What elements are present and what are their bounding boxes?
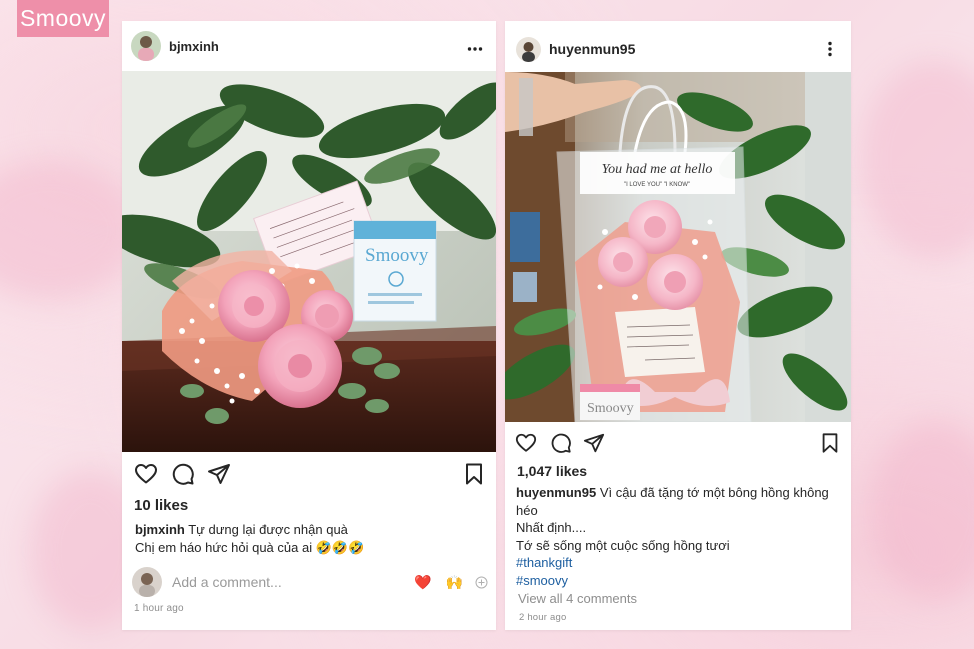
heart-emoji-button[interactable]: ❤️ <box>414 574 431 591</box>
raised-hands-emoji-button[interactable]: 🙌 <box>445 574 462 591</box>
view-comments-link[interactable]: View all 4 comments <box>518 590 834 608</box>
avatar[interactable] <box>516 36 541 62</box>
caption-username[interactable]: huyenmun95 <box>516 485 596 500</box>
post-header: huyenmun95 <box>505 21 851 77</box>
background-petal <box>870 420 974 600</box>
post-username[interactable]: huyenmun95 <box>549 41 635 57</box>
caption-line: Tự dưng lại được nhận quà <box>188 522 348 537</box>
avatar[interactable] <box>131 31 161 61</box>
likes-count[interactable]: 1,047 likes <box>517 463 587 479</box>
svg-text:Smoovy: Smoovy <box>365 245 429 266</box>
more-vertical-icon[interactable] <box>827 41 833 60</box>
caption-line: Tớ sẽ sống một cuộc sống hồng tươi <box>516 537 730 553</box>
post-photo[interactable]: You had me at hello "I LOVE YOU" "I KNOW… <box>505 72 851 422</box>
bookmark-icon[interactable] <box>462 462 486 486</box>
post-caption: huyenmun95 Vì cậu đã tặng tớ một bông hồ… <box>516 484 834 608</box>
comment-input[interactable] <box>172 574 402 590</box>
instagram-post: bjmxinh Smoovy 10 likes bjmxinh Tự dưng … <box>122 21 496 630</box>
share-icon[interactable] <box>207 462 231 486</box>
comment-icon[interactable] <box>171 462 195 486</box>
bookmark-icon[interactable] <box>819 432 841 454</box>
post-timestamp: 2 hour ago <box>519 612 567 623</box>
add-circle-icon[interactable] <box>475 576 488 589</box>
bag-sub-text: "I LOVE YOU" "I KNOW" <box>624 182 690 188</box>
likes-count[interactable]: 10 likes <box>134 497 188 514</box>
comment-icon[interactable] <box>550 432 572 454</box>
instagram-post: huyenmun95 You had me at hello "I LOVE Y… <box>505 21 851 630</box>
caption-line: Nhất định.... <box>516 520 587 535</box>
brand-logo: Smoovy <box>17 0 109 37</box>
post-actions <box>122 462 496 492</box>
heart-icon[interactable] <box>134 462 158 486</box>
comment-bar: ❤️ 🙌 <box>132 566 488 598</box>
caption-line: Chị em háo hức hỏi quà của ai 🤣🤣🤣 <box>135 539 365 555</box>
hashtag-link[interactable]: #smoovy <box>516 572 834 590</box>
caption-username[interactable]: bjmxinh <box>135 522 185 537</box>
hashtag-link[interactable]: #thankgift <box>516 554 834 572</box>
more-horizontal-icon[interactable] <box>467 37 483 55</box>
bag-script-text: You had me at hello <box>602 162 713 177</box>
product-box-text: Smoovy <box>587 401 634 416</box>
share-icon[interactable] <box>583 432 605 454</box>
brand-logo-text: Smoovy <box>19 5 107 31</box>
post-photo[interactable]: Smoovy <box>122 71 496 452</box>
heart-icon[interactable] <box>515 432 537 454</box>
post-username[interactable]: bjmxinh <box>169 39 219 54</box>
post-header: bjmxinh <box>122 21 496 71</box>
avatar <box>132 567 162 597</box>
post-actions <box>505 432 851 462</box>
background-petal <box>860 60 974 260</box>
post-caption: bjmxinh Tự dưng lại được nhận quà Chị em… <box>135 521 485 556</box>
post-timestamp: 1 hour ago <box>134 603 184 614</box>
background-petal <box>0 160 140 300</box>
